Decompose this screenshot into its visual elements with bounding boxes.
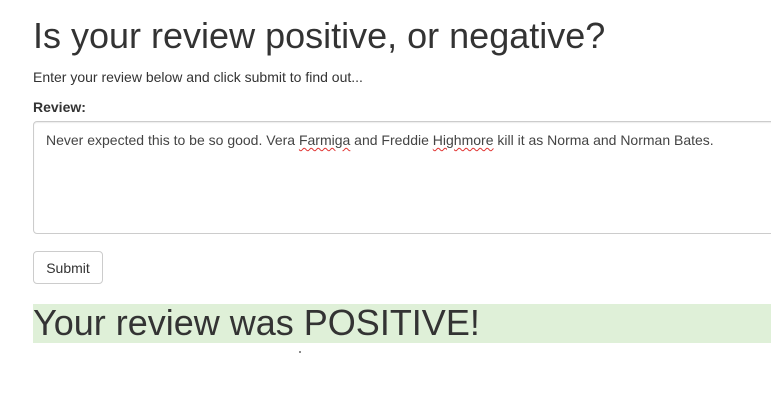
submit-button[interactable]: Submit (33, 251, 103, 284)
intro-text: Enter your review below and click submit… (33, 69, 363, 85)
review-textarea[interactable]: Never expected this to be so good. Vera … (33, 121, 771, 234)
review-text-part: kill it as Norma and Norman Bates. (493, 132, 714, 148)
misspelled-word: Farmiga (298, 132, 351, 148)
result-banner: Your review was POSITIVE! (33, 302, 771, 343)
review-label: Review: (33, 99, 86, 115)
page-container: Is your review positive, or negative? En… (0, 0, 771, 401)
review-text-part: Never expected this to be so good. Vera (46, 132, 299, 148)
result-text: Your review was POSITIVE! (33, 302, 480, 343)
stray-dot (299, 351, 301, 353)
page-title: Is your review positive, or negative? (33, 15, 606, 56)
review-text-part: and Freddie (350, 132, 433, 148)
misspelled-word: Highmore (432, 132, 494, 148)
